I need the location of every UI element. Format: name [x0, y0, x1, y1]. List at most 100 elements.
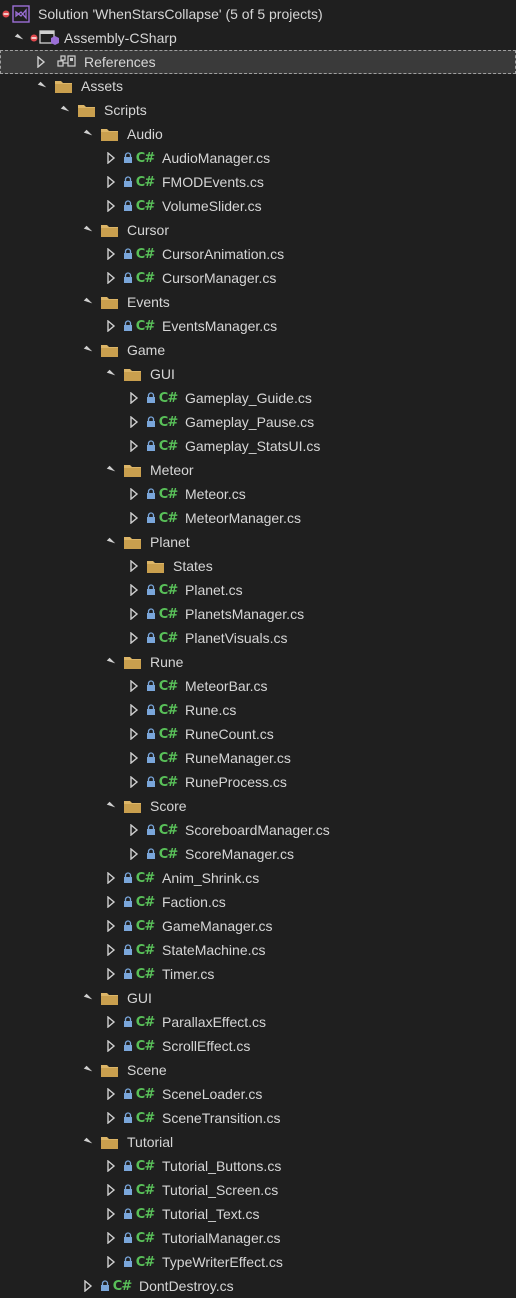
folder-node[interactable]: Scene: [0, 1058, 516, 1082]
expand-arrow-icon[interactable]: [104, 866, 118, 890]
references-node[interactable]: References: [0, 50, 516, 74]
expand-arrow-icon[interactable]: [34, 50, 48, 74]
expand-arrow-icon[interactable]: [104, 170, 118, 194]
folder-node[interactable]: Rune: [0, 650, 516, 674]
file-node[interactable]: C# VolumeSlider.cs: [0, 194, 516, 218]
file-node[interactable]: C# ParallaxEffect.cs: [0, 1010, 516, 1034]
expand-arrow-icon[interactable]: [127, 722, 141, 746]
expand-arrow-icon[interactable]: [104, 1010, 118, 1034]
file-node[interactable]: C# DontDestroy.cs: [0, 1274, 516, 1298]
collapse-arrow-icon[interactable]: [104, 530, 118, 554]
expand-arrow-icon[interactable]: [104, 1226, 118, 1250]
expand-arrow-icon[interactable]: [104, 1178, 118, 1202]
solution-node[interactable]: Solution 'WhenStarsCollapse' (5 of 5 pro…: [0, 2, 516, 26]
folder-node[interactable]: Assets: [0, 74, 516, 98]
file-node[interactable]: C# Tutorial_Buttons.cs: [0, 1154, 516, 1178]
collapse-arrow-icon[interactable]: [81, 290, 95, 314]
folder-node[interactable]: Game: [0, 338, 516, 362]
file-node[interactable]: C# CursorAnimation.cs: [0, 242, 516, 266]
file-node[interactable]: C# PlanetsManager.cs: [0, 602, 516, 626]
file-node[interactable]: C# TypeWriterEffect.cs: [0, 1250, 516, 1274]
collapse-arrow-icon[interactable]: [81, 218, 95, 242]
folder-node[interactable]: Audio: [0, 122, 516, 146]
file-node[interactable]: C# ScrollEffect.cs: [0, 1034, 516, 1058]
file-node[interactable]: C# Tutorial_Screen.cs: [0, 1178, 516, 1202]
folder-node[interactable]: GUI: [0, 362, 516, 386]
file-node[interactable]: C# Gameplay_Guide.cs: [0, 386, 516, 410]
file-node[interactable]: C# Meteor.cs: [0, 482, 516, 506]
expand-arrow-icon[interactable]: [127, 602, 141, 626]
collapse-arrow-icon[interactable]: [81, 986, 95, 1010]
expand-arrow-icon[interactable]: [104, 962, 118, 986]
collapse-arrow-icon[interactable]: [58, 98, 72, 122]
expand-arrow-icon[interactable]: [104, 1154, 118, 1178]
file-node[interactable]: C# ScoreManager.cs: [0, 842, 516, 866]
file-node[interactable]: C# Gameplay_Pause.cs: [0, 410, 516, 434]
file-node[interactable]: C# TutorialManager.cs: [0, 1226, 516, 1250]
expand-arrow-icon[interactable]: [12, 26, 26, 50]
expand-arrow-icon[interactable]: [104, 890, 118, 914]
expand-arrow-icon[interactable]: [104, 938, 118, 962]
expand-arrow-icon[interactable]: [104, 1082, 118, 1106]
file-node[interactable]: C# SceneTransition.cs: [0, 1106, 516, 1130]
collapse-arrow-icon[interactable]: [104, 794, 118, 818]
expand-arrow-icon[interactable]: [104, 194, 118, 218]
file-node[interactable]: C# PlanetVisuals.cs: [0, 626, 516, 650]
collapse-arrow-icon[interactable]: [104, 362, 118, 386]
expand-arrow-icon[interactable]: [127, 554, 141, 578]
file-node[interactable]: C# Rune.cs: [0, 698, 516, 722]
collapse-arrow-icon[interactable]: [81, 122, 95, 146]
expand-arrow-icon[interactable]: [81, 1274, 95, 1298]
expand-arrow-icon[interactable]: [127, 482, 141, 506]
folder-node[interactable]: Score: [0, 794, 516, 818]
expand-arrow-icon[interactable]: [104, 146, 118, 170]
expand-arrow-icon[interactable]: [104, 242, 118, 266]
expand-arrow-icon[interactable]: [127, 578, 141, 602]
expand-arrow-icon[interactable]: [104, 1106, 118, 1130]
expand-arrow-icon[interactable]: [104, 1202, 118, 1226]
folder-node[interactable]: States: [0, 554, 516, 578]
expand-arrow-icon[interactable]: [127, 410, 141, 434]
expand-arrow-icon[interactable]: [104, 914, 118, 938]
file-node[interactable]: C# MeteorBar.cs: [0, 674, 516, 698]
file-node[interactable]: C# CursorManager.cs: [0, 266, 516, 290]
expand-arrow-icon[interactable]: [127, 506, 141, 530]
file-node[interactable]: C# RuneManager.cs: [0, 746, 516, 770]
collapse-arrow-icon[interactable]: [81, 1130, 95, 1154]
file-node[interactable]: C# RuneProcess.cs: [0, 770, 516, 794]
folder-node[interactable]: Tutorial: [0, 1130, 516, 1154]
file-node[interactable]: C# RuneCount.cs: [0, 722, 516, 746]
file-node[interactable]: C# Timer.cs: [0, 962, 516, 986]
expand-arrow-icon[interactable]: [127, 674, 141, 698]
expand-arrow-icon[interactable]: [127, 626, 141, 650]
expand-arrow-icon[interactable]: [127, 842, 141, 866]
file-node[interactable]: C# Anim_Shrink.cs: [0, 866, 516, 890]
expand-arrow-icon[interactable]: [104, 314, 118, 338]
file-node[interactable]: C# EventsManager.cs: [0, 314, 516, 338]
expand-arrow-icon[interactable]: [127, 746, 141, 770]
collapse-arrow-icon[interactable]: [81, 1058, 95, 1082]
collapse-arrow-icon[interactable]: [104, 650, 118, 674]
file-node[interactable]: C# SceneLoader.cs: [0, 1082, 516, 1106]
folder-node[interactable]: Meteor: [0, 458, 516, 482]
expand-arrow-icon[interactable]: [127, 386, 141, 410]
expand-arrow-icon[interactable]: [127, 770, 141, 794]
expand-arrow-icon[interactable]: [104, 1250, 118, 1274]
file-node[interactable]: C# MeteorManager.cs: [0, 506, 516, 530]
expand-arrow-icon[interactable]: [104, 266, 118, 290]
collapse-arrow-icon[interactable]: [104, 458, 118, 482]
expand-arrow-icon[interactable]: [127, 434, 141, 458]
folder-node[interactable]: Events: [0, 290, 516, 314]
file-node[interactable]: C# Tutorial_Text.cs: [0, 1202, 516, 1226]
folder-node[interactable]: Cursor: [0, 218, 516, 242]
file-node[interactable]: C# Gameplay_StatsUI.cs: [0, 434, 516, 458]
folder-node[interactable]: GUI: [0, 986, 516, 1010]
file-node[interactable]: C# Planet.cs: [0, 578, 516, 602]
file-node[interactable]: C# GameManager.cs: [0, 914, 516, 938]
file-node[interactable]: C# Faction.cs: [0, 890, 516, 914]
file-node[interactable]: C# AudioManager.cs: [0, 146, 516, 170]
folder-node[interactable]: Scripts: [0, 98, 516, 122]
folder-node[interactable]: Planet: [0, 530, 516, 554]
collapse-arrow-icon[interactable]: [35, 74, 49, 98]
project-node[interactable]: Assembly-CSharp: [0, 26, 516, 50]
